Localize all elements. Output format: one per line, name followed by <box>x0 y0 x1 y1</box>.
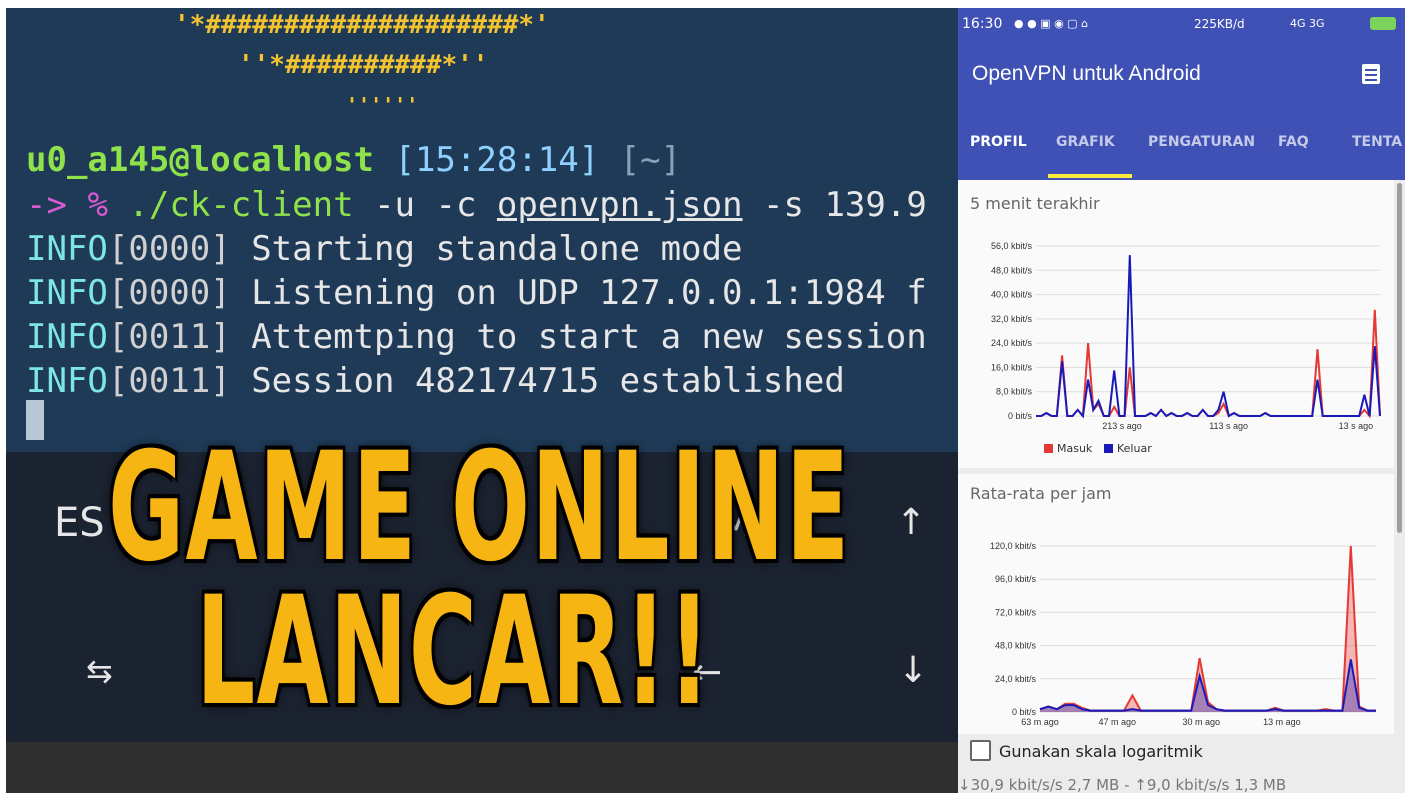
y-tick-label: 32,0 kbit/s <box>991 314 1033 324</box>
legend-masuk: Masuk <box>1044 442 1092 455</box>
log-code: [0011] <box>107 361 231 401</box>
log-code: [0000] <box>107 229 231 269</box>
log-message: Listening on UDP 127.0.0.1:1984 f <box>230 273 927 313</box>
scrollbar[interactable] <box>1397 183 1402 533</box>
y-tick-label: 56,0 kbit/s <box>991 241 1033 251</box>
y-tick-label: 0 bit/s <box>1012 707 1037 717</box>
x-tick-label: 13 s ago <box>1339 421 1374 431</box>
tab-faq[interactable]: FAQ <box>1278 134 1309 150</box>
prompt-time: [15:28:14] <box>394 140 600 180</box>
signal-indicator: 4G 3G <box>1290 17 1325 30</box>
traffic-chart-hourly: 0 bit/s 24,0 kbit/s 48,0 kbit/s 72,0 kbit/s… <box>990 541 1376 727</box>
y-tick-label: 16,0 kbit/s <box>991 362 1033 372</box>
log-line: INFO[0000] Starting standalone mode <box>26 227 742 271</box>
log-line: INFO[0000] Listening on UDP 127.0.0.1:19… <box>26 271 927 315</box>
command-executable: ./ck-client <box>128 185 354 225</box>
tab-grafik[interactable]: GRAFIK <box>1056 134 1115 150</box>
legend-keluar: Keluar <box>1104 442 1152 455</box>
legend-swatch-keluar <box>1104 444 1113 453</box>
x-tick-label: 13 m ago <box>1263 717 1301 727</box>
down-arrow-key[interactable]: ↓ <box>898 650 928 691</box>
x-tick-label: 113 s ago <box>1209 421 1248 431</box>
terminal-cursor <box>26 400 44 440</box>
status-bar: 16:30 ● ● ▣ ◉ ▢ ⌂ 225KB/d 4G 3G <box>958 8 1405 40</box>
series-line-masuk <box>1039 545 1376 712</box>
log-tag: INFO <box>26 229 108 269</box>
prompt-dir: [~] <box>619 140 682 180</box>
log-scale-checkbox[interactable] <box>970 740 991 761</box>
command-line: -> % ./ck-client -u -c openvpn.json -s 1… <box>26 183 927 227</box>
ascii-art-line: '*####################*' <box>174 10 550 40</box>
prompt-arrow: -> <box>26 185 67 225</box>
log-line: INFO[0011] Session 482174715 established <box>26 359 845 403</box>
command-args: -u -c <box>374 185 477 225</box>
ascii-art-line: ''*##########*'' <box>238 50 489 80</box>
esc-key[interactable]: ES <box>54 500 105 546</box>
log-scale-option[interactable]: Gunakan skala logaritmik <box>970 740 1203 761</box>
command-file: openvpn.json <box>496 185 743 225</box>
log-line: INFO[0011] Attemtping to start a new ses… <box>26 315 927 359</box>
log-tag: INFO <box>26 273 108 313</box>
menu-icon[interactable] <box>1362 64 1380 84</box>
log-message: Attemtping to start a new session <box>230 317 927 357</box>
y-tick-label: 48,0 kbit/s <box>995 641 1037 651</box>
prompt-user: u0_a145@localhost <box>26 140 374 180</box>
tab-indicator <box>1048 174 1132 178</box>
x-tick-label: 30 m ago <box>1183 717 1221 727</box>
x-tick-label: 213 s ago <box>1102 421 1142 431</box>
y-tick-label: 120,0 kbit/s <box>990 541 1037 551</box>
battery-icon <box>1370 17 1396 30</box>
legend-label: Keluar <box>1117 442 1152 455</box>
tab-profil[interactable]: PROFIL <box>970 134 1027 150</box>
legend-label: Masuk <box>1057 442 1093 455</box>
y-tick-label: 0 bit/s <box>1008 411 1033 421</box>
terminal-window[interactable]: '*####################*' ''*##########*'… <box>6 8 958 452</box>
series-area-masuk <box>1040 546 1376 712</box>
log-message: Starting standalone mode <box>230 229 743 269</box>
y-tick-label: 96,0 kbit/s <box>995 574 1037 584</box>
android-phone-screen: 16:30 ● ● ▣ ◉ ▢ ⌂ 225KB/d 4G 3G OpenVPN … <box>958 8 1405 793</box>
app-bar: OpenVPN untuk Android <box>958 40 1405 108</box>
prompt-percent: % <box>87 185 108 225</box>
log-scale-label: Gunakan skala logaritmik <box>999 742 1203 761</box>
tab-bar: PROFIL GRAFIK PENGATURAN FAQ TENTA <box>958 108 1405 180</box>
tab-tentang[interactable]: TENTA <box>1352 134 1402 150</box>
log-code: [0011] <box>107 317 231 357</box>
series-line-masuk <box>1036 309 1381 419</box>
overlay-title-line1: GAME ONLINE <box>108 421 851 595</box>
chart-card-hourly: Rata-rata per jam 0 bit/s 24,0 kbit/s 48,0… <box>958 474 1394 734</box>
overlay-title-line2: LANCAR!! <box>196 565 712 739</box>
up-arrow-key[interactable]: ↑ <box>896 502 926 543</box>
series-line-keluar <box>1039 659 1376 712</box>
legend-swatch-masuk <box>1044 444 1053 453</box>
x-tick-label: 47 m ago <box>1099 717 1137 727</box>
log-message: Session 482174715 established <box>230 361 845 401</box>
log-tag: INFO <box>26 361 108 401</box>
log-tag: INFO <box>26 317 108 357</box>
y-tick-label: 48,0 kbit/s <box>991 265 1033 275</box>
tab-pengaturan[interactable]: PENGATURAN <box>1148 134 1255 150</box>
traffic-chart-5min: 0 bit/s 8,0 kbit/s 16,0 kbit/s 24,0 kbit/s 3… <box>991 241 1381 431</box>
traffic-totals: ↓30,9 kbit/s/s 2,7 MB - ↑9,0 kbit/s/s 1,… <box>958 776 1287 793</box>
log-code: [0000] <box>107 273 231 313</box>
command-args: -s 139.9 <box>763 185 927 225</box>
y-tick-label: 40,0 kbit/s <box>991 290 1033 300</box>
navigation-bar <box>6 742 958 793</box>
y-tick-label: 72,0 kbit/s <box>995 607 1037 617</box>
net-speed: 225KB/d <box>1194 17 1245 31</box>
notification-icons: ● ● ▣ ◉ ▢ ⌂ <box>1014 17 1089 30</box>
app-title: OpenVPN untuk Android <box>972 62 1201 85</box>
prompt-line: u0_a145@localhost [15:28:14] [~] <box>26 138 681 182</box>
x-tick-label: 63 m ago <box>1021 717 1059 727</box>
y-tick-label: 24,0 kbit/s <box>991 338 1033 348</box>
status-time: 16:30 <box>962 16 1003 32</box>
y-tick-label: 24,0 kbit/s <box>995 674 1037 684</box>
ascii-art-line: '''''' <box>346 93 419 117</box>
chart-card-recent: 5 menit terakhir 0 bit/s 8,0 kbit/s 16,0 k… <box>958 180 1394 468</box>
tab-icon[interactable]: ⇆ <box>86 652 113 690</box>
y-tick-label: 8,0 kbit/s <box>996 387 1033 397</box>
